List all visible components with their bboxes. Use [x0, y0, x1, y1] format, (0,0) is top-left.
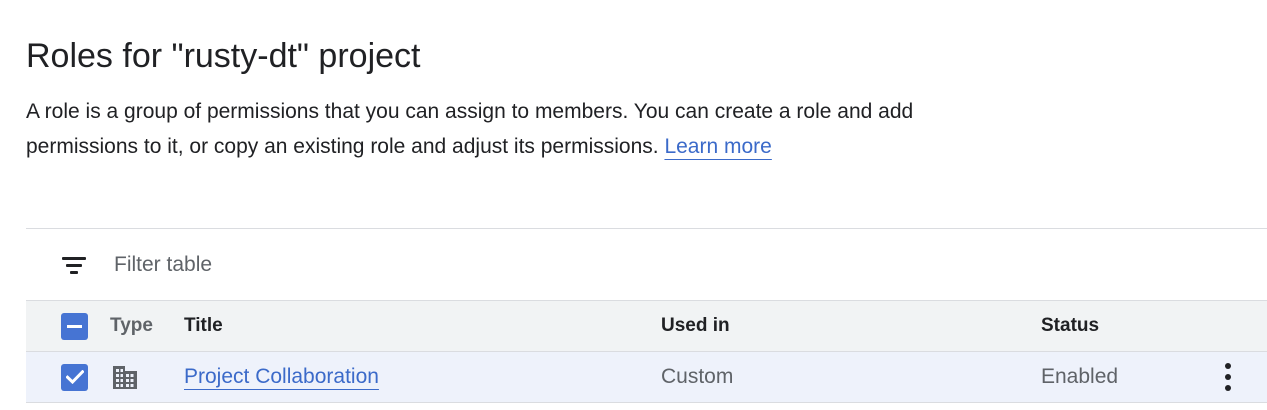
- table-row[interactable]: Project Collaboration Custom Enabled: [26, 352, 1267, 403]
- role-title-link[interactable]: Project Collaboration: [184, 365, 379, 388]
- row-status-cell: Enabled: [1041, 365, 1119, 388]
- indeterminate-icon: [67, 324, 82, 328]
- row-checkbox[interactable]: [61, 363, 88, 391]
- filter-input[interactable]: [114, 252, 714, 277]
- table-header-row: Type Title Used in Status: [26, 301, 1267, 352]
- column-header-title[interactable]: Title: [184, 315, 223, 337]
- column-header-used-in[interactable]: Used in: [661, 315, 730, 337]
- description-text: A role is a group of permissions that yo…: [26, 100, 914, 158]
- learn-more-link[interactable]: Learn more: [664, 135, 771, 158]
- column-header-type[interactable]: Type: [110, 315, 153, 337]
- row-used-in-cell: Custom: [661, 365, 734, 388]
- page-description: A role is a group of permissions that yo…: [26, 94, 916, 164]
- column-header-status[interactable]: Status: [1041, 315, 1099, 337]
- roles-table: Type Title Used in Status Project Collab…: [26, 228, 1267, 403]
- select-all-checkbox[interactable]: [61, 312, 88, 340]
- building-icon: [113, 366, 137, 389]
- page-title: Roles for "rusty-dt" project: [26, 37, 421, 75]
- roles-page: Roles for "rusty-dt" project A role is a…: [0, 0, 1267, 410]
- filter-icon[interactable]: [62, 255, 86, 275]
- row-title-cell: Project Collaboration: [184, 365, 379, 389]
- filter-bar: [26, 229, 1267, 301]
- more-actions-icon[interactable]: [1216, 363, 1240, 391]
- check-icon: [65, 370, 84, 384]
